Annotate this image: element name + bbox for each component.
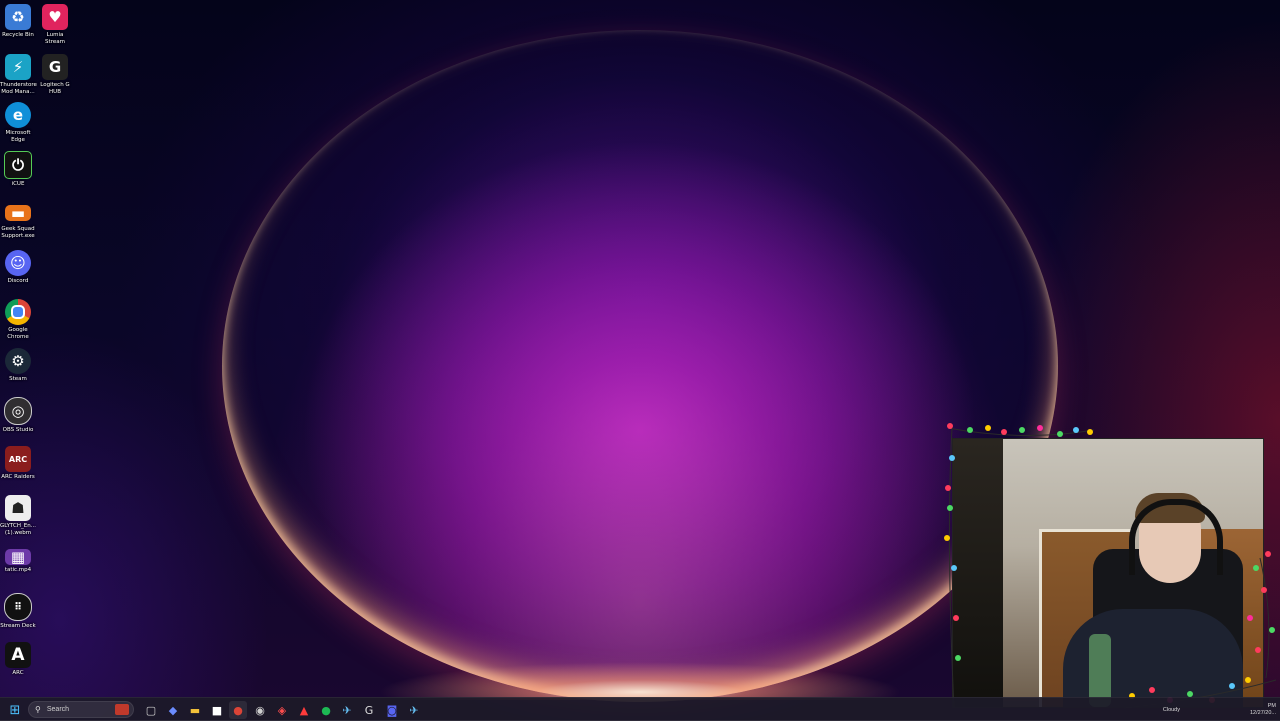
folder-icon: ▬ (189, 703, 201, 717)
edge-icon: e (5, 102, 31, 128)
glytch-video-icon: ☗ (5, 495, 31, 521)
discord-icon: ◙ (386, 703, 398, 717)
wallpaper-horizon (380, 640, 900, 700)
chrome-icon (5, 299, 31, 325)
desktop-icon-thunderstore[interactable]: ⚡ Thunderstore Mod Mana... (0, 54, 37, 96)
desktop-icon-steam[interactable]: ⚙ Steam (0, 348, 36, 383)
copilot-icon: ◆ (168, 703, 178, 717)
weather-widget[interactable]: Cloudy (1163, 707, 1180, 713)
search-box[interactable]: ⚲ Search (28, 701, 134, 718)
spotify-button[interactable]: ● (317, 701, 335, 719)
desktop-icon-icue[interactable]: ⏻ iCUE (0, 151, 36, 188)
desktop-icon-tatic-video[interactable]: ▦ tatic.mp4 (0, 548, 36, 574)
spotify-icon: ● (321, 703, 331, 717)
desktop-icon-microsoft-edge[interactable]: e Microsoft Edge (0, 102, 36, 144)
logitech-icon: G (364, 703, 374, 717)
arc-icon: ▲ (299, 703, 309, 717)
desktop-icon-label: OBS Studio (2, 427, 34, 433)
desktop-icon-lumia-stream[interactable]: ♥ Lumia Stream (37, 4, 73, 46)
store-button[interactable]: ■ (208, 701, 226, 719)
arc-raiders-icon: ARC (5, 446, 31, 472)
webcam-shelf (953, 439, 1003, 707)
desktop-icon-label: Google Chrome (7, 327, 29, 340)
desktop-icon-label: Lumia Stream (45, 32, 65, 45)
desktop-icon-arc[interactable]: A ARC (0, 642, 36, 677)
file-explorer-button[interactable]: ▬ (186, 701, 204, 719)
taskbar: ⊞ ⚲ Search ▢ ◆ ▬ ■ ● ◉ ◈ ▲ ● ✈ G ◙ ✈ Clo… (0, 697, 1280, 721)
desktop-icon-recycle-bin[interactable]: ♻ Recycle Bin (0, 4, 36, 39)
desktop-icon-glytch-video[interactable]: ☗ GLYTCH_En... (1).webm (0, 495, 36, 537)
logitech-g-hub-icon: G (42, 54, 68, 80)
chrome-icon: ● (233, 703, 243, 717)
desktop-icon-label: Recycle Bin (2, 32, 34, 38)
clock[interactable]: PM 12/27/20... (1250, 703, 1276, 717)
steam-icon: ✈ (342, 703, 352, 717)
desktop-icon-label: GLYTCH_En... (1).webm (0, 523, 36, 536)
search-icon: ⚲ (35, 705, 41, 714)
desktop-icon-label: ARC Raiders (1, 474, 35, 480)
desktop-icon-stream-deck[interactable]: ⠿ Stream Deck (0, 593, 36, 630)
steam-icon: ⚙ (5, 348, 31, 374)
task-view-icon: ▢ (145, 703, 157, 717)
obs-studio-icon: ◎ (4, 397, 32, 425)
desktop-icon-arc-raiders[interactable]: ARC ARC Raiders (0, 446, 36, 481)
desktop-icon-google-chrome[interactable]: Google Chrome (0, 299, 36, 341)
webcam-overlay (952, 438, 1264, 708)
desktop-wallpaper: ♻ Recycle Bin ♥ Lumia Stream ⚡ Thunderst… (0, 0, 1280, 721)
desktop-icon-label: iCUE (11, 181, 25, 187)
desktop-icon-label: Stream Deck (0, 623, 36, 629)
desktop-icon-logitech-g-hub[interactable]: G Logitech G HUB (37, 54, 73, 96)
steam-icon: ✈ (409, 703, 419, 717)
discord-button[interactable]: ◙ (383, 701, 401, 719)
desktop-icon-label: ARC (12, 670, 24, 676)
thunderstore-icon: ⚡ (5, 54, 31, 80)
desktop-icon-label: Microsoft Edge (5, 130, 31, 143)
arc-icon: A (5, 642, 31, 668)
lumia-stream-icon: ♥ (42, 4, 68, 30)
arc-button[interactable]: ▲ (295, 701, 313, 719)
search-label: Search (46, 706, 70, 713)
video-file-icon: ▦ (5, 548, 31, 566)
store-icon: ■ (211, 703, 223, 717)
desktop-icon-label: tatic.mp4 (4, 567, 32, 573)
app-icon: ◈ (277, 703, 287, 717)
desktop-icon-label: Steam (9, 376, 27, 382)
geek-squad-icon: ▬ (5, 204, 31, 222)
desktop-icon-discord[interactable]: ☺ Discord (0, 250, 36, 285)
windows-logo-icon: ⊞ (9, 702, 21, 718)
logitech-button[interactable]: G (360, 701, 378, 719)
obs-button[interactable]: ◉ (251, 701, 269, 719)
desktop-icon-label: Discord (7, 278, 29, 284)
clock-time: PM (1267, 702, 1276, 709)
chrome-button[interactable]: ● (229, 701, 247, 719)
search-highlight-icon (115, 704, 129, 715)
obs-icon: ◉ (255, 703, 265, 717)
app-button-8[interactable]: ◈ (273, 701, 291, 719)
wallpaper-orb (222, 30, 1058, 702)
headset-icon (1129, 499, 1223, 575)
clock-date: 12/27/20... (1250, 709, 1276, 716)
start-button[interactable]: ⊞ (6, 701, 24, 719)
steam-button-2[interactable]: ✈ (405, 701, 423, 719)
icue-icon: ⏻ (4, 151, 32, 179)
desktop-icon-label: Geek Squad Support.exe (1, 226, 35, 239)
discord-icon: ☺ (5, 250, 31, 276)
system-tray: Cloudy PM 12/27/20... (1163, 700, 1276, 719)
stream-deck-icon: ⠿ (4, 593, 32, 621)
task-view-button[interactable]: ▢ (142, 701, 160, 719)
steam-button[interactable]: ✈ (338, 701, 356, 719)
desktop-icon-label: Thunderstore Mod Mana... (0, 82, 37, 95)
desktop-icon-geek-squad[interactable]: ▬ Geek Squad Support.exe (0, 200, 36, 240)
recycle-bin-icon: ♻ (5, 4, 31, 30)
copilot-button[interactable]: ◆ (164, 701, 182, 719)
desktop-icon-obs-studio[interactable]: ◎ OBS Studio (0, 397, 36, 434)
desktop-icon-label: Logitech G HUB (40, 82, 70, 95)
